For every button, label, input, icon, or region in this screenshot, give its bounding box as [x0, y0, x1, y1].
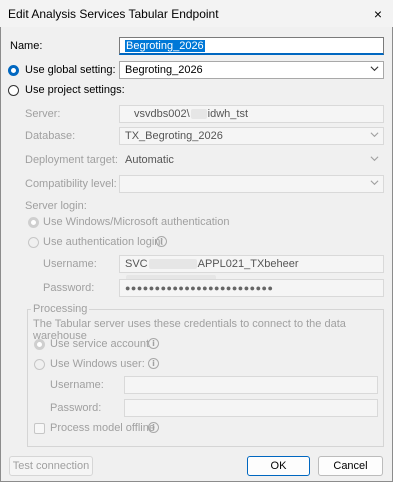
title-bar: Edit Analysis Services Tabular Endpoint … — [0, 0, 393, 27]
info-icon[interactable]: i — [148, 338, 159, 349]
redacted-text — [148, 259, 197, 270]
global-setting-radio[interactable] — [8, 65, 19, 76]
server-value-suffix: idwh_tst — [207, 108, 249, 120]
deployment-target-label: Deployment target: — [25, 154, 118, 166]
dialog-title: Edit Analysis Services Tabular Endpoint — [8, 7, 219, 21]
compat-level-select[interactable] — [119, 175, 384, 193]
info-icon[interactable]: i — [148, 358, 159, 369]
close-icon[interactable]: × — [363, 0, 393, 27]
server-field[interactable]: vsvdbs002\ idwh_tst — [119, 105, 384, 123]
deployment-target-select[interactable]: Automatic — [119, 151, 384, 169]
chevron-down-icon — [370, 178, 379, 187]
chevron-down-icon — [370, 154, 379, 163]
project-settings-label: Use project settings: — [25, 84, 125, 96]
windows-auth-radio[interactable] — [28, 217, 39, 228]
processing-password-label: Password: — [50, 402, 102, 414]
deployment-target-value: Automatic — [125, 154, 174, 166]
info-icon[interactable]: i — [156, 236, 167, 247]
service-account-label: Use service account — [50, 338, 150, 350]
processing-username-field[interactable] — [124, 376, 378, 394]
name-label: Name: — [10, 40, 43, 52]
login-username-field[interactable]: SVC APPL021_TXbeheer — [119, 255, 384, 286]
auth-login-radio[interactable] — [28, 237, 39, 248]
chevron-down-icon — [370, 130, 379, 139]
cancel-button[interactable]: Cancel — [318, 456, 383, 476]
database-value: TX_Begroting_2026 — [125, 130, 223, 142]
processing-legend: Processing — [31, 303, 90, 315]
ok-button[interactable]: OK — [247, 456, 310, 476]
windows-user-radio[interactable] — [34, 359, 45, 370]
process-offline-label: Process model offline — [50, 422, 155, 434]
name-value: Begroting_2026 — [125, 40, 205, 52]
project-settings-radio[interactable] — [8, 85, 19, 96]
windows-auth-label: Use Windows/Microsoft authentication — [43, 216, 230, 228]
login-username-label: Username: — [43, 258, 97, 270]
processing-password-field[interactable] — [124, 399, 378, 417]
global-setting-select[interactable]: Begroting_2026 — [119, 61, 384, 79]
test-connection-button[interactable]: Test connection — [9, 456, 93, 476]
login-username-mid: APPL021_TXbeheer — [197, 258, 299, 270]
name-field[interactable]: Begroting_2026 — [119, 37, 384, 55]
service-account-radio[interactable] — [34, 339, 45, 350]
server-value-prefix: vsvdbs002\ — [134, 108, 190, 120]
login-password-value: ●●●●●●●●●●●●●●●●●●●●●●●●● — [125, 283, 274, 293]
windows-user-label: Use Windows user: — [50, 358, 145, 370]
info-icon[interactable]: i — [148, 422, 159, 433]
process-offline-checkbox[interactable] — [34, 423, 45, 434]
redacted-text — [190, 109, 207, 120]
login-password-field[interactable]: ●●●●●●●●●●●●●●●●●●●●●●●●● — [119, 279, 384, 297]
global-setting-value: Begroting_2026 — [125, 64, 203, 76]
auth-login-label: Use authentication login: — [43, 236, 164, 248]
login-password-label: Password: — [43, 282, 95, 294]
login-username-prefix: SVC — [125, 258, 148, 270]
global-setting-label: Use global setting: — [25, 64, 116, 76]
server-label: Server: — [25, 108, 61, 120]
database-select[interactable]: TX_Begroting_2026 — [119, 127, 384, 145]
database-label: Database: — [25, 130, 76, 142]
chevron-down-icon — [370, 64, 379, 73]
server-login-heading: Server login: — [25, 200, 87, 212]
compat-level-label: Compatibility level: — [25, 178, 117, 190]
processing-username-label: Username: — [50, 379, 104, 391]
